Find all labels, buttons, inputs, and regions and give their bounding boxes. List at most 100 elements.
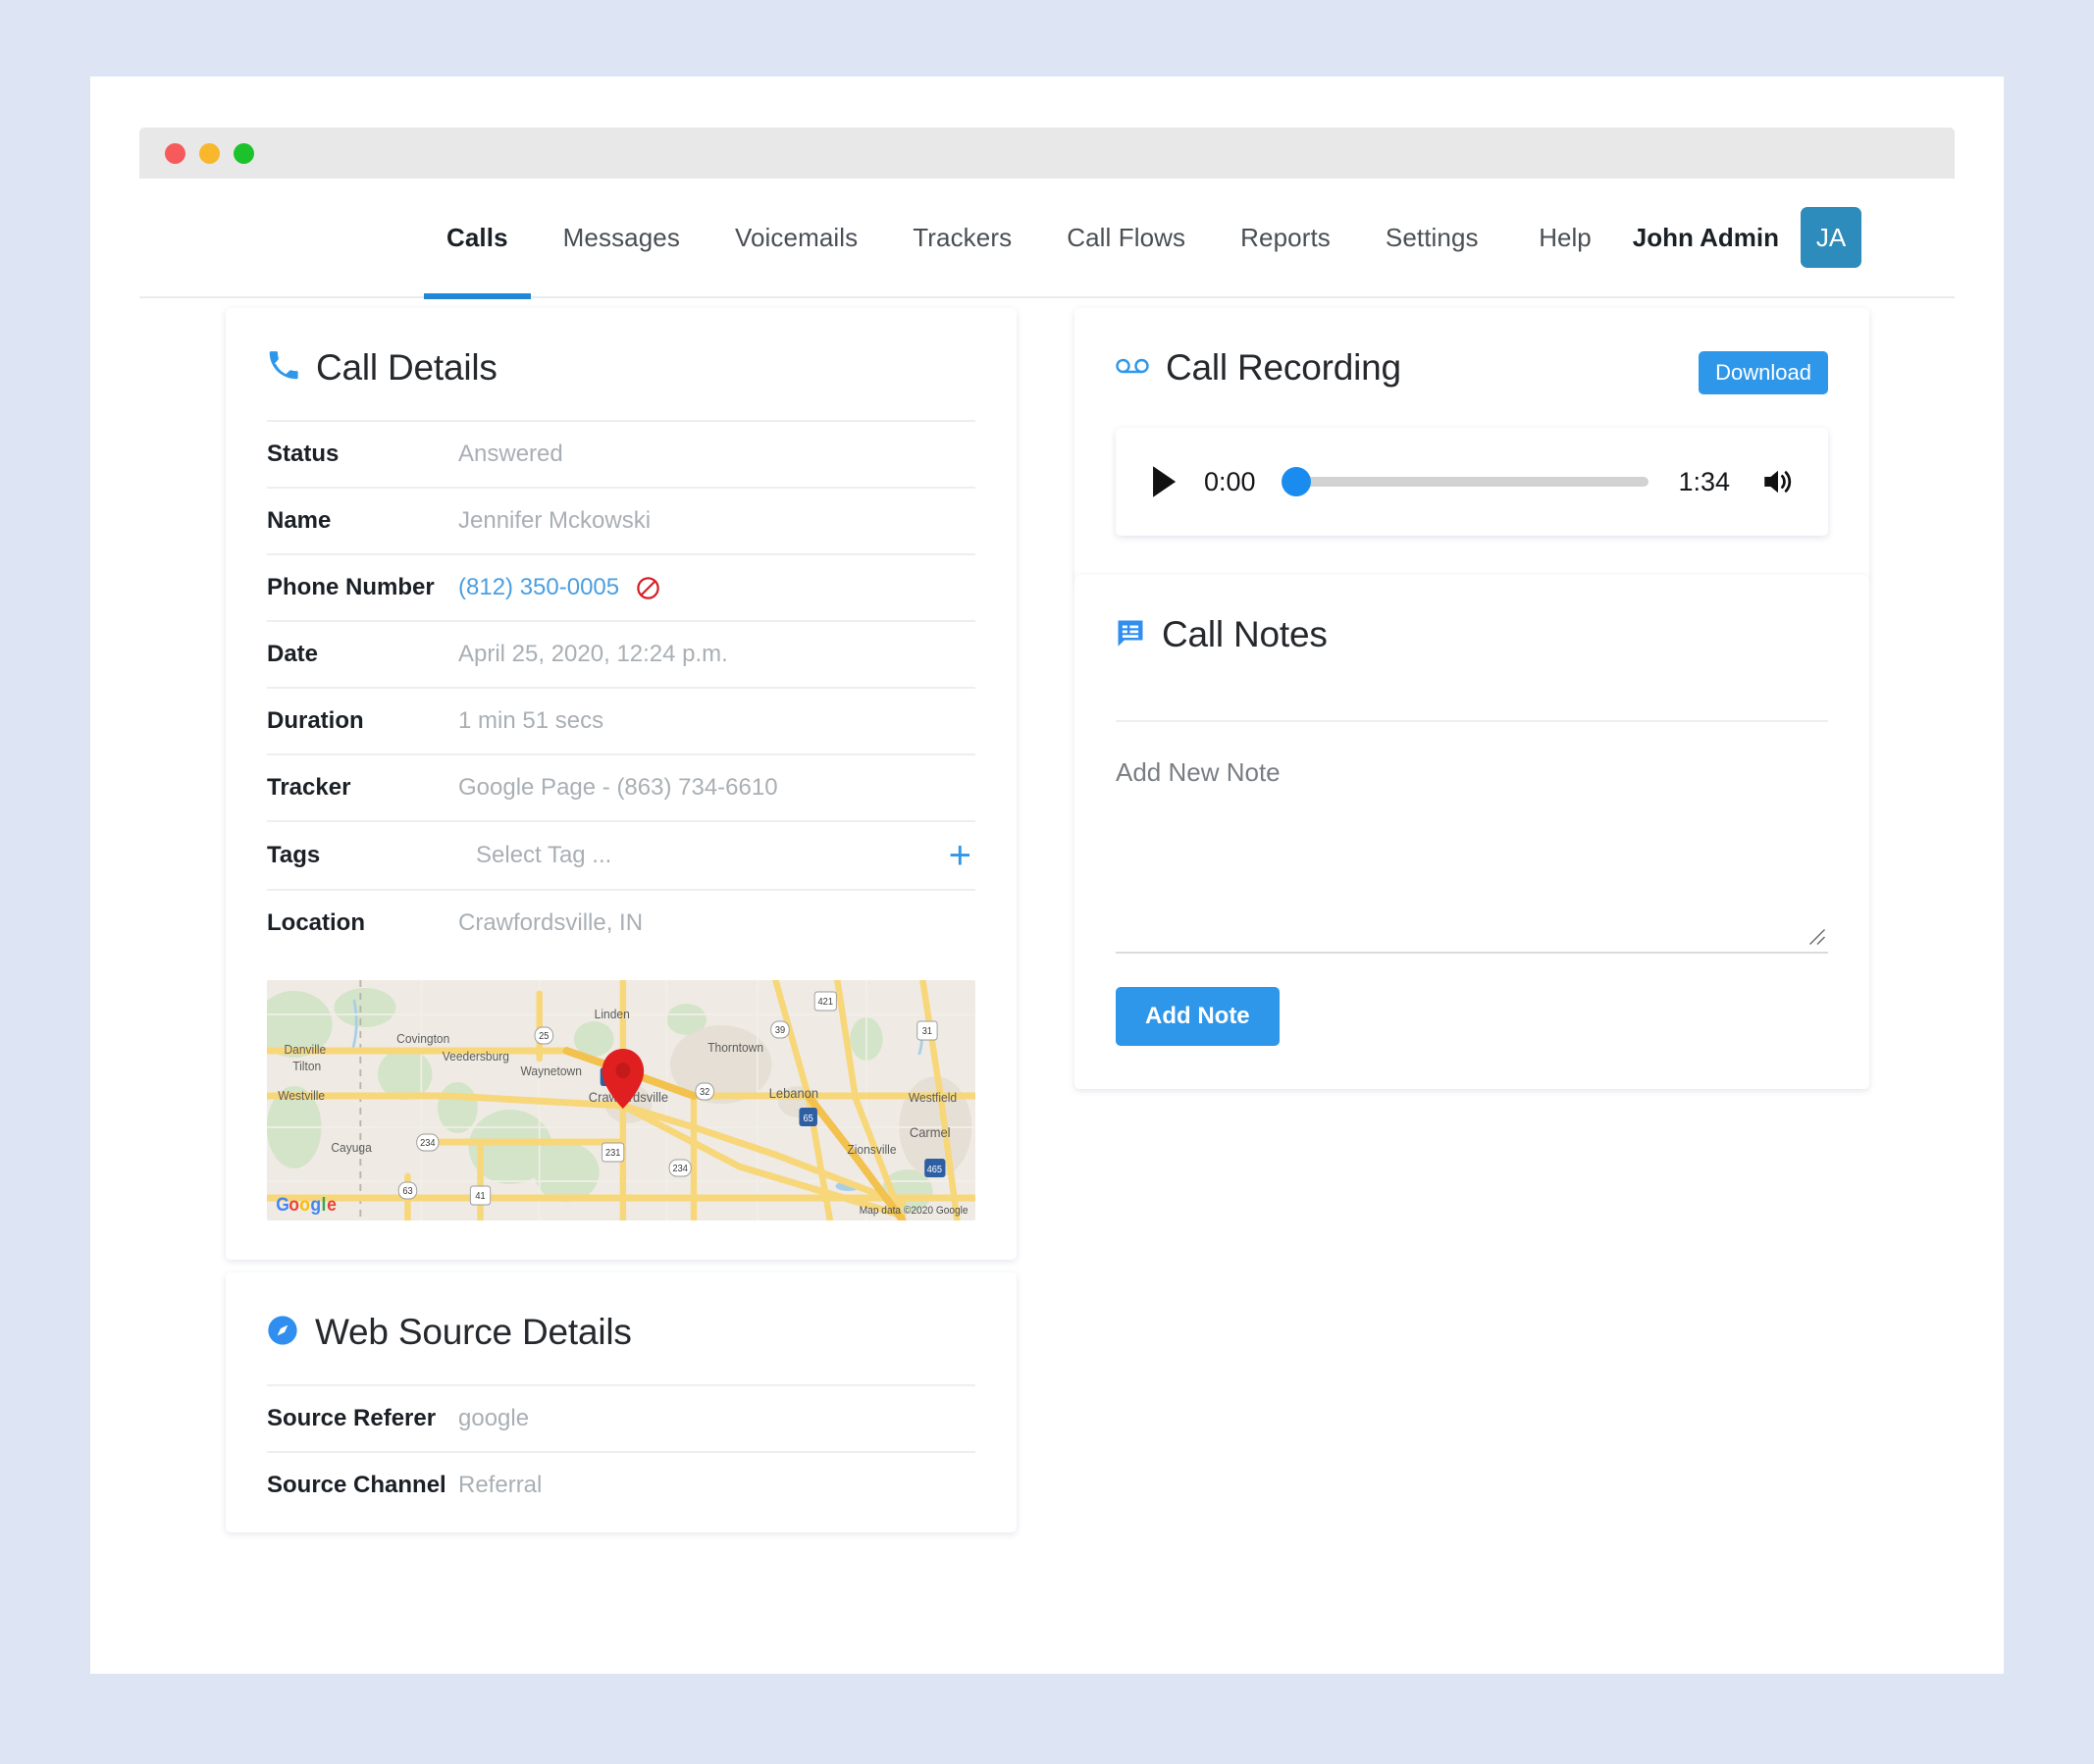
avatar-initials: JA — [1815, 222, 1847, 252]
call-recording-title: Call Recording — [1166, 347, 1401, 388]
row-label: Date — [267, 641, 319, 667]
map-shield: 25 — [534, 1026, 554, 1045]
plus-icon[interactable]: + — [949, 836, 975, 875]
detail-row-source-channel: Source Channel Referral — [267, 1451, 975, 1518]
svg-text:41: 41 — [475, 1191, 485, 1202]
row-label: Phone Number — [267, 574, 435, 600]
page-background: Calls Messages Voicemails Trackers Call … — [0, 0, 2094, 1764]
map-shield: 41 — [469, 1185, 492, 1206]
download-button[interactable]: Download — [1699, 351, 1828, 394]
call-notes-header: Call Notes — [1074, 575, 1869, 687]
map-city-label: Westfield — [909, 1091, 957, 1106]
row-label: Name — [267, 507, 332, 534]
volume-icon[interactable] — [1755, 467, 1795, 496]
nav-item-call-flows[interactable]: Call Flows — [1039, 179, 1213, 296]
seek-knob[interactable] — [1281, 467, 1311, 496]
map-city-label: Linden — [595, 1008, 630, 1022]
row-label: Status — [267, 441, 340, 467]
nav-tabs: Calls Messages Voicemails Trackers Call … — [419, 179, 1506, 299]
avatar[interactable]: JA — [1801, 207, 1861, 268]
nav-item-settings[interactable]: Settings — [1358, 179, 1506, 296]
svg-text:465: 465 — [927, 1165, 942, 1175]
map-labels: Danville Tilton Westville Cayuga Covingt… — [276, 991, 968, 1217]
svg-text:39: 39 — [775, 1025, 785, 1036]
row-label: Tags — [267, 842, 321, 868]
browser-titlebar — [139, 128, 1955, 179]
row-value: Google Page - (863) 734-6610 — [458, 774, 778, 801]
call-details-rows: Status Answered Name Jennifer Mckowski P… — [226, 420, 1017, 956]
row-label: Location — [267, 909, 365, 936]
nav-item-calls[interactable]: Calls — [419, 179, 536, 299]
svg-text:25: 25 — [539, 1031, 549, 1042]
detail-row-source-referer: Source Referer google — [267, 1384, 975, 1451]
call-notes-card: Call Notes Add New Note Add Note — [1074, 575, 1869, 1089]
nav-label: Trackers — [913, 222, 1013, 252]
detail-row-tracker: Tracker Google Page - (863) 734-6610 — [267, 753, 975, 820]
nav-label: Messages — [562, 222, 680, 252]
svg-text:g: g — [310, 1193, 321, 1215]
call-details-card: Call Details Status Answered Name Jennif… — [226, 308, 1017, 1260]
detail-row-phone-number: Phone Number (812) 350-0005 — [267, 553, 975, 620]
map-city-label: Covington — [396, 1032, 449, 1047]
map-shield: 234 — [416, 1133, 440, 1152]
svg-text:l: l — [322, 1193, 327, 1215]
svg-text:o: o — [288, 1193, 299, 1215]
row-label: Tracker — [267, 774, 351, 801]
nav-item-reports[interactable]: Reports — [1213, 179, 1358, 296]
svg-text:o: o — [299, 1193, 310, 1215]
phone-number-link[interactable]: (812) 350-0005 — [458, 574, 619, 601]
svg-text:31: 31 — [922, 1026, 932, 1037]
note-placeholder: Add New Note — [1116, 757, 1281, 787]
compass-icon — [267, 1315, 298, 1351]
svg-text:421: 421 — [818, 997, 833, 1008]
call-details-title: Call Details — [316, 347, 497, 388]
play-icon[interactable] — [1149, 465, 1178, 498]
detail-row-date: Date April 25, 2020, 12:24 p.m. — [267, 620, 975, 687]
row-value: April 25, 2020, 12:24 p.m. — [458, 641, 728, 667]
nav-item-voicemails[interactable]: Voicemails — [707, 179, 885, 296]
web-source-rows: Source Referer google Source Channel Ref… — [226, 1384, 1017, 1518]
add-note-button[interactable]: Add Note — [1116, 987, 1280, 1046]
map-shield: 32 — [695, 1082, 714, 1101]
current-time-label: 0:00 — [1204, 466, 1256, 496]
resize-grip-icon[interactable] — [1808, 928, 1826, 946]
map-city-label: Cayuga — [331, 1141, 371, 1156]
map-city-label: Thorntown — [707, 1041, 763, 1056]
map-city-label: Veedersburg — [443, 1050, 509, 1064]
close-window-icon[interactable] — [165, 142, 185, 164]
main-navigation: Calls Messages Voicemails Trackers Call … — [139, 179, 1955, 299]
map-city-label: Danville — [284, 1043, 326, 1058]
nav-item-messages[interactable]: Messages — [536, 179, 707, 296]
map-city-label: Zionsville — [847, 1143, 896, 1158]
nav-user-area: Help John Admin JA — [1539, 179, 1861, 296]
map-shield: 39 — [770, 1020, 790, 1039]
svg-text:32: 32 — [700, 1087, 709, 1098]
minimize-window-icon[interactable] — [199, 142, 220, 164]
map-attribution: Map data ©2020 Google — [860, 1205, 968, 1217]
location-map[interactable]: Danville Tilton Westville Cayuga Covingt… — [267, 980, 975, 1220]
call-recording-header: Call Recording Download — [1074, 308, 1869, 420]
svg-text:231: 231 — [605, 1148, 620, 1159]
browser-window: Calls Messages Voicemails Trackers Call … — [90, 77, 2004, 1674]
row-label: Duration — [267, 707, 364, 734]
seek-slider[interactable] — [1281, 467, 1649, 496]
svg-text:e: e — [327, 1193, 337, 1215]
user-name-label: John Admin — [1632, 222, 1779, 252]
detail-row-status: Status Answered — [267, 420, 975, 487]
google-logo-icon: G o o g l e — [276, 1193, 337, 1215]
map-shield: 234 — [668, 1159, 692, 1177]
svg-text:234: 234 — [672, 1164, 688, 1174]
detail-row-duration: Duration 1 min 51 secs — [267, 687, 975, 753]
block-number-icon[interactable] — [635, 575, 661, 601]
map-city-label: Carmel — [910, 1125, 951, 1141]
new-note-textarea[interactable]: Add New Note — [1116, 722, 1828, 954]
nav-item-trackers[interactable]: Trackers — [885, 179, 1039, 296]
row-label: Source Referer — [267, 1405, 437, 1431]
call-notes-title: Call Notes — [1162, 614, 1328, 654]
map-city-label: Waynetown — [521, 1064, 582, 1079]
select-tag-input[interactable]: Select Tag ... — [458, 842, 611, 869]
row-value: Crawfordsville, IN — [458, 909, 644, 936]
help-link[interactable]: Help — [1539, 223, 1632, 253]
voicemail-icon — [1116, 354, 1149, 383]
maximize-window-icon[interactable] — [234, 142, 254, 164]
